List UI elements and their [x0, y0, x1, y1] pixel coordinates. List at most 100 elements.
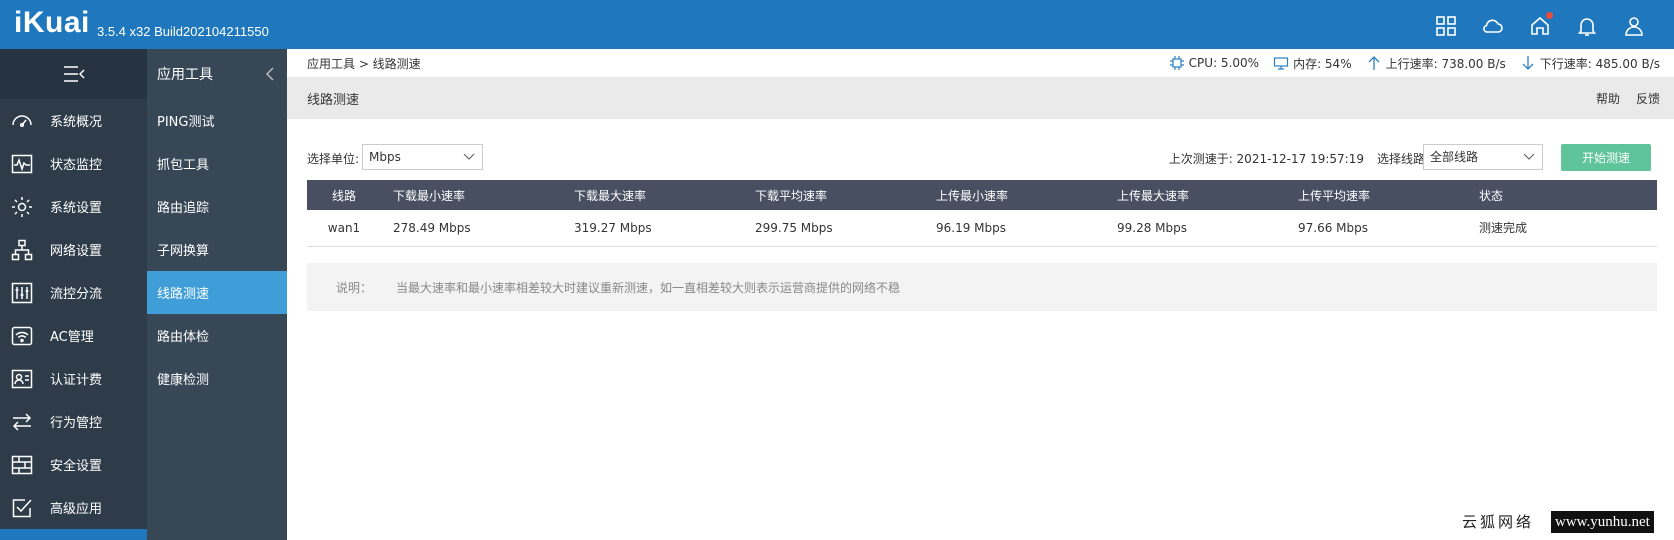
- sidebar-item-label: 状态监控: [50, 158, 103, 173]
- sidebar-item-label: 系统概况: [50, 115, 103, 130]
- table-cell: 96.19 Mbps: [925, 210, 1106, 247]
- note-label: 说明：: [336, 280, 373, 295]
- subnav-item-5[interactable]: 路由体检: [147, 314, 287, 357]
- column-header: 上传最小速率: [925, 180, 1106, 210]
- network-icon: [10, 238, 34, 262]
- watermark-url: www.yunhu.net: [1551, 511, 1654, 533]
- sidebar-item-4[interactable]: 流控分流: [0, 271, 147, 314]
- grid-apps-icon[interactable]: [1434, 14, 1458, 38]
- page-header: 线路测速 帮助 反馈: [287, 77, 1674, 119]
- top-bar: iKuai 3.5.4 x32 Build202104211550: [0, 0, 1674, 49]
- column-header: 线路: [307, 180, 382, 210]
- watermark-text: 云狐网络: [1462, 513, 1535, 531]
- download-arrow-icon: [1520, 55, 1536, 71]
- wifi-icon: [10, 324, 34, 348]
- chevron-down-icon: [1523, 153, 1535, 160]
- logo: iKuai: [14, 6, 90, 39]
- column-header: 下载最大速率: [563, 180, 744, 210]
- table-cell: 319.27 Mbps: [563, 210, 744, 247]
- unit-label: 选择单位:: [307, 152, 360, 166]
- speedtest-toolbar: 选择单位: Mbps 上次测速于: 2021-12-17 19:57:19 选择…: [307, 144, 1657, 172]
- cloud-icon[interactable]: [1481, 14, 1505, 38]
- cpu-icon: [1169, 55, 1185, 71]
- sidebar-footer-bar: [0, 529, 147, 540]
- sidebar-item-5[interactable]: AC管理: [0, 314, 147, 357]
- id-card-icon: [10, 367, 34, 391]
- line-select-value: 全部线路: [1430, 150, 1479, 164]
- main-sidebar: 系统概况状态监控系统设置网络设置流控分流 AC管理认证计费行为管控安全设置高级应用: [0, 49, 147, 540]
- checkbox-icon: [10, 496, 34, 520]
- speed-results-table: 线路 下载最小速率 下载最大速率 下载平均速率 上传最小速率 上传最大速率 上传平均速率 状态…: [307, 180, 1657, 247]
- menu-toggle[interactable]: [0, 49, 147, 99]
- table-cell: 278.49 Mbps: [382, 210, 563, 247]
- sidebar-item-1[interactable]: 状态监控: [0, 142, 147, 185]
- unit-select[interactable]: Mbps: [362, 144, 483, 170]
- table-row: wan1 278.49 Mbps 319.27 Mbps 299.75 Mbps 96.…: [307, 210, 1657, 247]
- home-icon[interactable]: [1528, 12, 1553, 38]
- column-header: 下载最小速率: [382, 180, 563, 210]
- subnav-title: 应用工具: [157, 67, 213, 83]
- sidebar-item-2[interactable]: 系统设置: [0, 185, 147, 228]
- feedback-link[interactable]: 反馈: [1636, 90, 1660, 107]
- notification-dot: [1546, 12, 1553, 19]
- subnav-item-4[interactable]: 线路测速: [147, 271, 287, 314]
- upload-arrow-icon: [1366, 55, 1382, 71]
- subnav-item-0[interactable]: PING测试: [147, 99, 287, 142]
- arrows-swap-icon: [10, 410, 34, 434]
- last-test-time: 上次测速于: 2021-12-17 19:57:19: [1168, 152, 1364, 166]
- subnav-item-3[interactable]: 子网换算: [147, 228, 287, 271]
- sidebar-item-label: 行为管控: [50, 416, 103, 431]
- column-header: 上传平均速率: [1287, 180, 1468, 210]
- system-status: CPU: 5.00% 内存: 54% 上行速率: 738.00 B/s 下行速率…: [1161, 49, 1660, 77]
- sidebar-item-8[interactable]: 安全设置: [0, 443, 147, 486]
- sliders-icon: [10, 281, 34, 305]
- sidebar-item-6[interactable]: 认证计费: [0, 357, 147, 400]
- column-header: 状态: [1468, 180, 1657, 210]
- subnav-header: 应用工具: [147, 49, 287, 99]
- sub-sidebar: 应用工具 PING测试 抓包工具 路由追踪 子网换算 线路测速 路由体检 健康检测: [147, 49, 287, 540]
- version-text: 3.5.4 x32 Build202104211550: [97, 24, 269, 39]
- note-text: 当最大速率和最小速率相差较大时建议重新测速，如一直相差较大则表示运营商提供的网络…: [396, 280, 901, 295]
- breadcrumb-bar: 应用工具 > 线路测速 CPU: 5.00% 内存: 54% 上行速率: 738…: [287, 49, 1674, 77]
- subnav-item-1[interactable]: 抓包工具: [147, 142, 287, 185]
- table-cell: wan1: [307, 210, 382, 247]
- chevron-left-icon[interactable]: [265, 67, 275, 81]
- help-link[interactable]: 帮助: [1596, 90, 1620, 107]
- unit-select-value: Mbps: [369, 150, 401, 164]
- sidebar-item-label: 流控分流: [50, 287, 103, 302]
- user-icon[interactable]: [1622, 14, 1646, 38]
- sidebar-item-0[interactable]: 系统概况: [0, 99, 147, 142]
- sidebar-item-3[interactable]: 网络设置: [0, 228, 147, 271]
- note-box: 说明： 当最大速率和最小速率相差较大时建议重新测速，如一直相差较大则表示运营商提…: [307, 263, 1657, 311]
- table-cell: 97.66 Mbps: [1287, 210, 1468, 247]
- breadcrumb: 应用工具 > 线路测速: [307, 56, 421, 71]
- column-header: 下载平均速率: [744, 180, 925, 210]
- sidebar-item-7[interactable]: 行为管控: [0, 400, 147, 443]
- table-header-row: 线路 下载最小速率 下载最大速率 下载平均速率 上传最小速率 上传最大速率 上传平均速率 状态: [307, 180, 1657, 210]
- menu-collapse-icon[interactable]: [62, 64, 86, 84]
- sidebar-item-label: 安全设置: [50, 459, 103, 474]
- memory-icon: [1273, 55, 1289, 71]
- sidebar-item-label: 网络设置: [50, 244, 103, 259]
- chevron-down-icon: [463, 153, 475, 160]
- subnav-item-2[interactable]: 路由追踪: [147, 185, 287, 228]
- upload-rate: 上行速率: 738.00 B/s: [1385, 56, 1506, 71]
- main-content: 应用工具 > 线路测速 CPU: 5.00% 内存: 54% 上行速率: 738…: [287, 49, 1674, 540]
- sidebar-item-label: 认证计费: [50, 373, 103, 388]
- line-select[interactable]: 全部线路: [1423, 144, 1543, 170]
- page-title: 线路测速: [307, 92, 360, 108]
- sidebar-item-9[interactable]: 高级应用: [0, 486, 147, 529]
- cpu-usage: CPU: 5.00%: [1188, 56, 1260, 70]
- sidebar-item-label: 系统设置: [50, 201, 103, 216]
- start-speedtest-button[interactable]: 开始测速: [1561, 144, 1651, 171]
- table-cell: 299.75 Mbps: [744, 210, 925, 247]
- gauge-icon: [10, 109, 34, 133]
- gear-icon: [10, 195, 34, 219]
- monitor-wave-icon: [10, 152, 34, 176]
- line-label: 选择线路:: [1376, 152, 1429, 166]
- table-cell: 测速完成: [1468, 210, 1657, 247]
- bell-icon[interactable]: [1575, 14, 1599, 38]
- sidebar-item-label: AC管理: [50, 330, 94, 345]
- subnav-item-6[interactable]: 健康检测: [147, 357, 287, 400]
- sidebar-item-label: 高级应用: [50, 502, 103, 517]
